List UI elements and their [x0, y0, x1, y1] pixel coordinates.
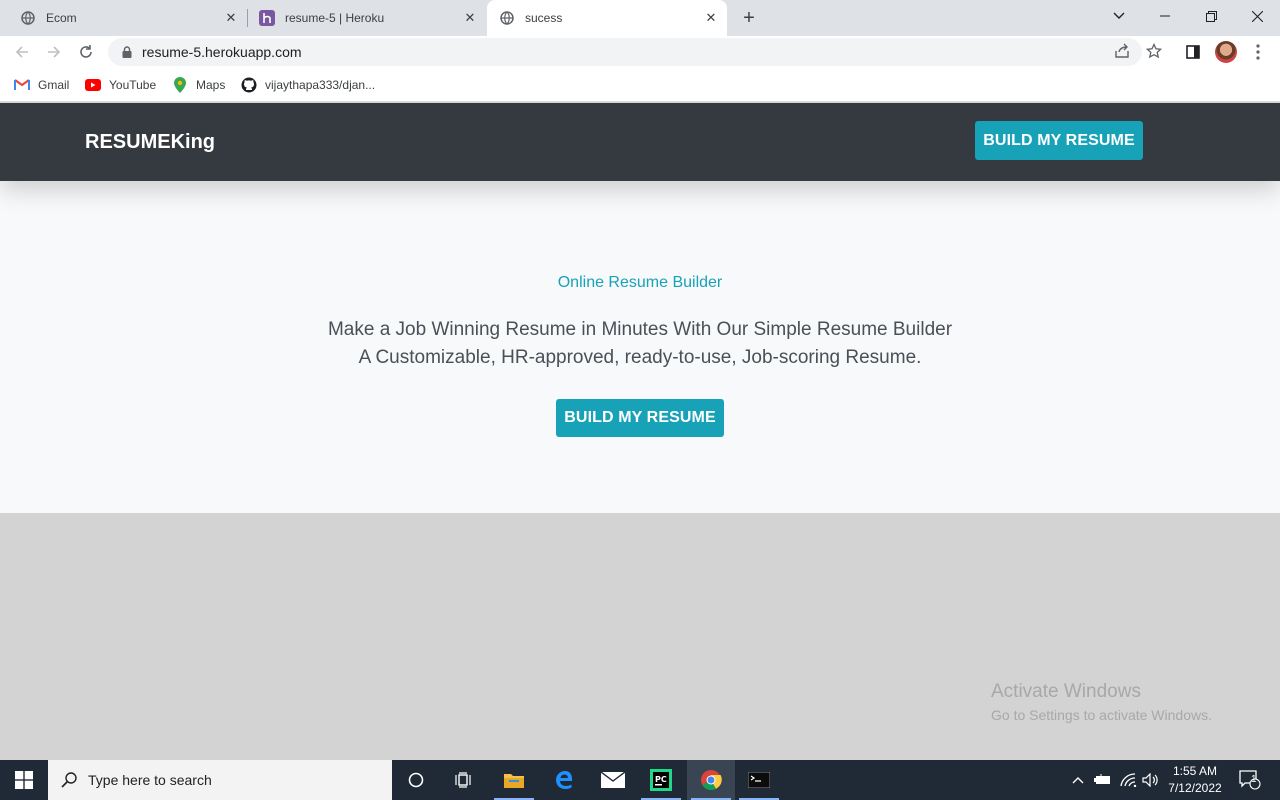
tab-title: sucess: [525, 11, 563, 25]
more-menu-icon[interactable]: [1246, 40, 1270, 64]
taskbar-clock[interactable]: 1:55 AM 7/12/2022: [1160, 763, 1230, 797]
activate-windows-title: Activate Windows: [991, 681, 1141, 702]
mail-icon[interactable]: [589, 760, 637, 800]
restore-icon[interactable]: [1188, 0, 1234, 32]
github-icon: [241, 77, 257, 93]
close-window-icon[interactable]: [1234, 0, 1280, 32]
heroku-icon: [259, 10, 275, 26]
bookmarks-bar: Gmail YouTube Maps vijaythapa333/djan...: [0, 68, 1280, 102]
windows-start-icon[interactable]: [0, 760, 48, 800]
notification-count: 1: [1251, 774, 1257, 785]
hero-subheadline: A Customizable, HR-approved, ready-to-us…: [358, 347, 922, 368]
notification-center-icon[interactable]: 1: [1234, 760, 1266, 800]
share-icon[interactable]: [1113, 42, 1131, 60]
terminal-icon[interactable]: [735, 760, 783, 800]
bookmark-label: Gmail: [38, 78, 70, 92]
globe-icon: [499, 10, 515, 26]
clock-time: 1:55 AM: [1172, 764, 1218, 778]
tab-heroku[interactable]: resume-5 | Heroku ✕: [248, 0, 486, 36]
back-icon[interactable]: [10, 40, 34, 64]
tab-title: resume-5 | Heroku: [285, 11, 385, 25]
battery-icon[interactable]: [1092, 760, 1114, 800]
maps-icon: [172, 77, 188, 93]
bookmark-label: vijaythapa333/djan...: [265, 78, 376, 92]
tab-title: Ecom: [46, 11, 77, 25]
youtube-icon: [85, 77, 101, 93]
bookmark-github[interactable]: vijaythapa333/djan...: [241, 76, 375, 94]
bookmark-star-icon[interactable]: [1145, 42, 1163, 60]
taskbar-search-box[interactable]: Type here to search: [48, 760, 392, 800]
cortana-icon[interactable]: [392, 760, 440, 800]
reload-icon[interactable]: [74, 40, 98, 64]
file-explorer-icon[interactable]: [490, 760, 538, 800]
web-page: RESUMEKing BUILD MY RESUME Online Resume…: [0, 103, 1280, 760]
hero-headline: Make a Job Winning Resume in Minutes Wit…: [327, 319, 953, 340]
browser-toolbar: resume-5.herokuapp.com: [0, 36, 1280, 68]
svg-text:PC: PC: [655, 775, 667, 784]
hero-section: Online Resume Builder Make a Job Winning…: [0, 181, 1280, 513]
gmail-icon: [14, 77, 30, 93]
windows-taskbar: Type here to search PC 1:55 AM 7/12/2022…: [0, 760, 1280, 800]
site-brand[interactable]: RESUMEKing: [85, 131, 215, 154]
tab-search-chevron-icon[interactable]: [1096, 0, 1142, 32]
bookmark-label: YouTube: [109, 78, 157, 92]
tab-strip: Ecom ✕ resume-5 | Heroku ✕ sucess ✕ +: [0, 0, 1280, 36]
show-hidden-icons-chevron-icon[interactable]: [1068, 760, 1088, 800]
activate-windows-subtitle: Go to Settings to activate Windows.: [991, 707, 1212, 723]
bookmark-maps[interactable]: Maps: [172, 76, 225, 94]
task-view-icon[interactable]: [440, 760, 488, 800]
minimize-icon[interactable]: [1142, 0, 1188, 32]
close-tab-icon[interactable]: ✕: [223, 10, 239, 26]
new-tab-icon[interactable]: +: [737, 6, 761, 30]
volume-icon[interactable]: [1140, 760, 1162, 800]
hero-build-resume-button[interactable]: BUILD MY RESUME: [556, 399, 724, 437]
close-tab-icon[interactable]: ✕: [703, 10, 719, 26]
bookmark-gmail[interactable]: Gmail: [14, 76, 69, 94]
side-panel-icon[interactable]: [1181, 40, 1205, 64]
lock-icon[interactable]: [120, 45, 134, 59]
address-bar[interactable]: resume-5.herokuapp.com: [108, 38, 1142, 66]
tab-sucess[interactable]: sucess ✕: [487, 0, 727, 36]
clock-date: 7/12/2022: [1168, 781, 1222, 795]
pycharm-icon[interactable]: PC: [637, 760, 685, 800]
forward-icon[interactable]: [42, 40, 66, 64]
chrome-icon[interactable]: [687, 760, 735, 800]
tab-ecom[interactable]: Ecom ✕: [0, 0, 247, 36]
close-tab-icon[interactable]: ✕: [462, 10, 478, 26]
bookmark-youtube[interactable]: YouTube: [85, 76, 156, 94]
url-text: resume-5.herokuapp.com: [142, 44, 302, 60]
site-navbar: RESUMEKing BUILD MY RESUME: [0, 103, 1280, 181]
profile-avatar[interactable]: [1215, 41, 1237, 63]
bookmark-label: Maps: [196, 78, 226, 92]
search-placeholder: Type here to search: [88, 772, 212, 788]
hero-eyebrow: Online Resume Builder: [557, 274, 723, 291]
nav-build-resume-button[interactable]: BUILD MY RESUME: [975, 121, 1143, 160]
globe-icon: [20, 10, 36, 26]
edge-icon[interactable]: [540, 760, 588, 800]
search-icon: [60, 771, 78, 789]
wifi-icon[interactable]: [1118, 760, 1140, 800]
